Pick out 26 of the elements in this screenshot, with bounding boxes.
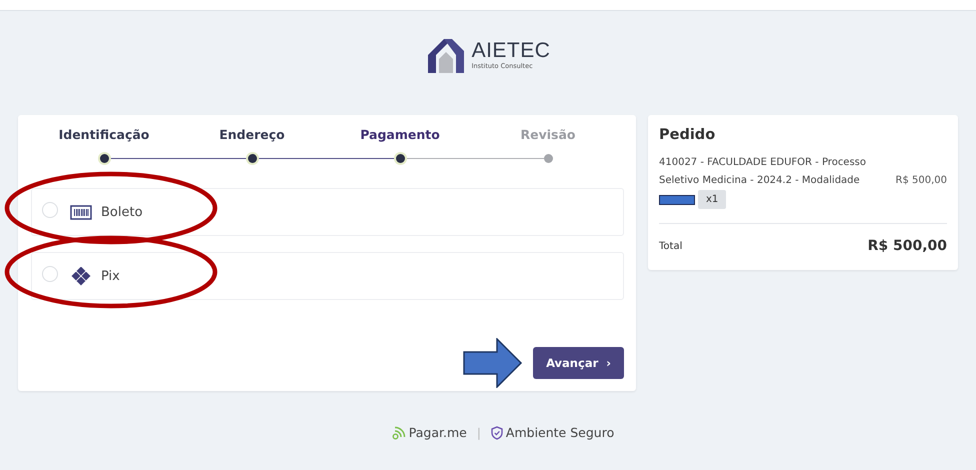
item-description: Seletivo Medicina - 2024.2 - Modalidade: [659, 175, 860, 186]
item-quantity: x1: [698, 190, 726, 209]
payment-option[interactable]: Boleto: [31, 188, 624, 236]
item-description: 410027 - FACULDADE EDUFOR - Processo: [659, 157, 868, 168]
signal-icon: [392, 426, 406, 440]
total-value: R$ 500,00: [868, 238, 947, 254]
diamond-icon: [70, 265, 92, 287]
step-label: Revisão: [520, 127, 576, 142]
item-price: R$ 500,00: [896, 175, 947, 186]
total-label: Total: [659, 240, 682, 252]
radio-button[interactable]: [42, 266, 58, 282]
order-title: Pedido: [659, 127, 716, 143]
step-label: Identificação: [58, 127, 150, 142]
option-label: Boleto: [101, 204, 143, 220]
provider-label: Pagar.me: [408, 425, 467, 440]
next-button[interactable]: Avançar ›: [533, 347, 624, 379]
step-label: Endereço: [219, 127, 285, 142]
radio-button[interactable]: [42, 202, 58, 218]
logo-name: AIETEC: [472, 40, 550, 62]
step-label: Pagamento: [360, 127, 440, 142]
barcode-icon: [70, 204, 92, 220]
shield-icon: [490, 426, 503, 440]
footer-separator: |: [476, 426, 481, 440]
payment-option[interactable]: Pix: [31, 252, 624, 300]
option-label: Pix: [101, 268, 120, 284]
secure-label: Ambiente Seguro: [506, 425, 614, 440]
